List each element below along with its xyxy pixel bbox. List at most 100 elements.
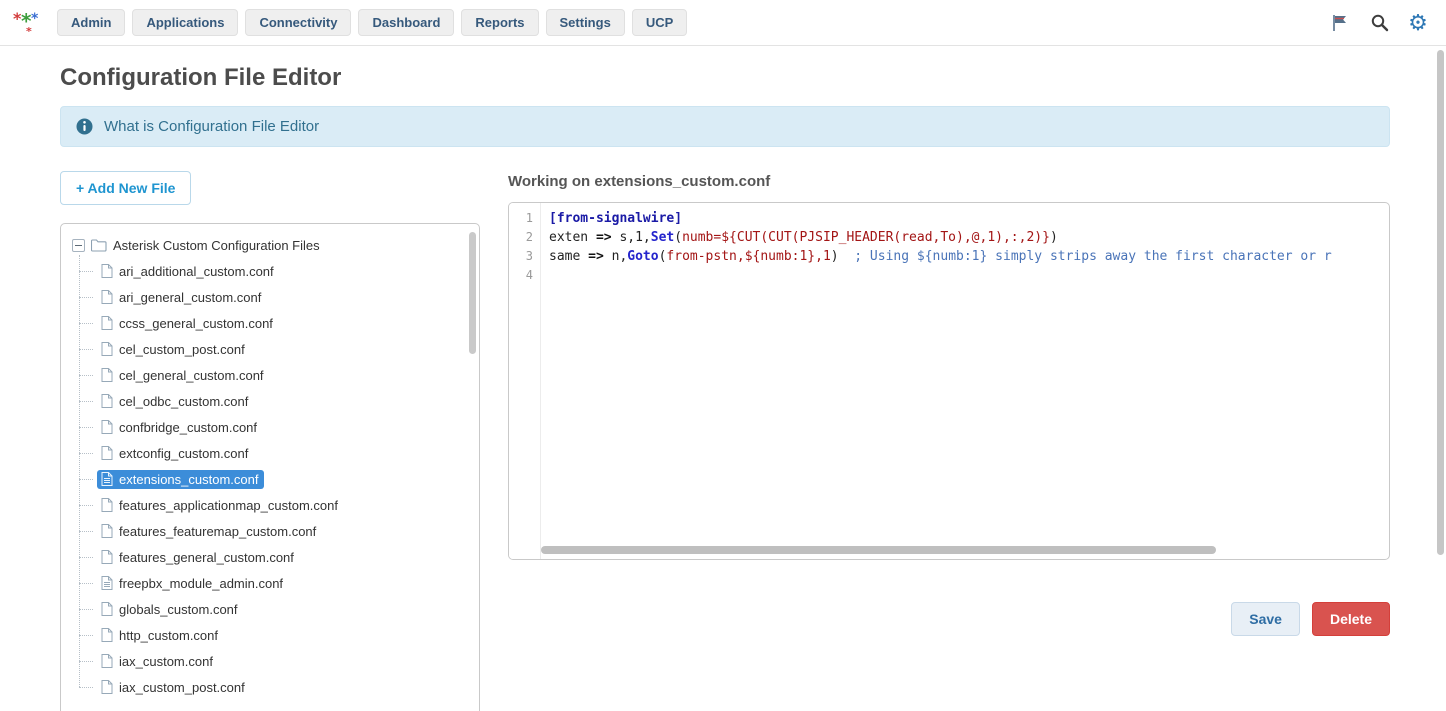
tree-scrollbar[interactable] [469,232,476,354]
tree-file-extconfig_custom.conf[interactable]: extconfig_custom.conf [79,440,469,466]
file-icon [101,420,113,434]
delete-button[interactable]: Delete [1312,602,1390,636]
file-icon [101,550,113,564]
tree-file-features_featuremap_custom.conf[interactable]: features_featuremap_custom.conf [79,518,469,544]
file-name: ccss_general_custom.conf [119,316,273,331]
file-name: features_applicationmap_custom.conf [119,498,338,513]
save-button[interactable]: Save [1231,602,1300,636]
code-line[interactable]: same => n,Goto(from-pstn,${numb:1},1) ; … [549,247,1383,266]
code-line[interactable]: [from-signalwire] [549,209,1383,228]
file-icon [101,394,113,408]
file-name: http_custom.conf [119,628,218,643]
tree-file-ari_general_custom.conf[interactable]: ari_general_custom.conf [79,284,469,310]
page-scrollbar-thumb[interactable] [1437,50,1444,555]
nav-item-settings[interactable]: Settings [546,9,625,36]
file-name: freepbx_module_admin.conf [119,576,283,591]
collapse-toggle-icon[interactable] [72,239,85,252]
tree-file-features_general_custom.conf[interactable]: features_general_custom.conf [79,544,469,570]
file-icon [101,368,113,382]
tree-file-confbridge_custom.conf[interactable]: confbridge_custom.conf [79,414,469,440]
file-icon [101,342,113,356]
file-tree: Asterisk Custom Configuration Files ari_… [60,223,480,711]
tree-file-http_custom.conf[interactable]: http_custom.conf [79,622,469,648]
info-banner-text: What is Configuration File Editor [104,118,319,135]
file-icon [101,264,113,278]
add-new-file-button[interactable]: + Add New File [60,171,191,205]
tree-file-extensions_custom.conf[interactable]: extensions_custom.conf [79,466,469,492]
page-title: Configuration File Editor [60,64,1390,92]
file-name: ari_additional_custom.conf [119,264,274,279]
code-line[interactable]: exten => s,1,Set(numb=${CUT(CUT(PJSIP_HE… [549,228,1383,247]
file-icon [101,680,113,694]
editor-actions: Save Delete [508,602,1390,636]
file-icon [101,498,113,512]
file-name: cel_general_custom.conf [119,368,264,383]
editor-horizontal-scrollbar[interactable] [541,546,1216,554]
gear-icon[interactable]: ⚙ [1402,8,1434,38]
file-text-icon [101,576,113,590]
gear-glyph: ⚙ [1408,12,1428,34]
language-icon[interactable] [1324,8,1356,38]
file-icon [101,446,113,460]
tree-file-cel_odbc_custom.conf[interactable]: cel_odbc_custom.conf [79,388,469,414]
file-name: extensions_custom.conf [119,472,258,487]
line-number: 3 [509,247,533,266]
working-on-heading: Working on extensions_custom.conf [508,173,1390,190]
line-number-gutter: 1234 [509,203,541,559]
nav-item-connectivity[interactable]: Connectivity [245,9,351,36]
nav-item-ucp[interactable]: UCP [632,9,687,36]
info-icon [76,118,93,135]
file-name: features_featuremap_custom.conf [119,524,316,539]
file-icon [101,290,113,304]
tree-file-cel_custom_post.conf[interactable]: cel_custom_post.conf [79,336,469,362]
nav-item-reports[interactable]: Reports [461,9,538,36]
tree-root-node[interactable]: Asterisk Custom Configuration Files [71,234,469,258]
folder-icon [91,239,107,252]
code-content[interactable]: [from-signalwire]exten => s,1,Set(numb=$… [541,203,1389,559]
file-name: globals_custom.conf [119,602,238,617]
line-number: 2 [509,228,533,247]
file-name: ari_general_custom.conf [119,290,261,305]
nav-menu: Admin Applications Connectivity Dashboard Re… [57,9,687,36]
file-icon [101,628,113,642]
tree-file-ccss_general_custom.conf[interactable]: ccss_general_custom.conf [79,310,469,336]
code-editor[interactable]: 1234 [from-signalwire]exten => s,1,Set(n… [508,202,1390,560]
file-name: iax_custom.conf [119,654,213,669]
svg-text:*: * [26,25,32,38]
tree-file-freepbx_module_admin.conf[interactable]: freepbx_module_admin.conf [79,570,469,596]
file-name: cel_custom_post.conf [119,342,245,357]
file-icon [101,602,113,616]
nav-item-dashboard[interactable]: Dashboard [358,9,454,36]
nav-item-admin[interactable]: Admin [57,9,125,36]
file-icon [101,524,113,538]
file-name: iax_custom_post.conf [119,680,245,695]
file-icon [101,654,113,668]
freepbx-logo[interactable]: * * * * [12,8,42,38]
nav-item-applications[interactable]: Applications [132,9,238,36]
tree-file-cel_general_custom.conf[interactable]: cel_general_custom.conf [79,362,469,388]
top-navbar: * * * * Admin Applications Connectivity Das… [0,0,1446,46]
file-name: confbridge_custom.conf [119,420,257,435]
tree-file-features_applicationmap_custom.conf[interactable]: features_applicationmap_custom.conf [79,492,469,518]
tree-root-label: Asterisk Custom Configuration Files [113,238,320,253]
file-icon [101,316,113,330]
code-line[interactable] [549,266,1383,285]
editor-panel: Working on extensions_custom.conf 1234 [… [508,171,1390,711]
svg-text:*: * [31,11,39,27]
line-number: 1 [509,209,533,228]
line-number: 4 [509,266,533,285]
tree-file-globals_custom.conf[interactable]: globals_custom.conf [79,596,469,622]
search-icon[interactable] [1363,8,1395,38]
page-body: Configuration File Editor What is Config… [0,46,1446,711]
file-browser-panel: + Add New File Asterisk Custom Configura… [60,171,480,711]
file-tree-children: ari_additional_custom.conf ari_general_cu… [79,258,469,700]
tree-file-ari_additional_custom.conf[interactable]: ari_additional_custom.conf [79,258,469,284]
file-text-icon [101,472,113,486]
tree-file-iax_custom.conf[interactable]: iax_custom.conf [79,648,469,674]
tree-file-iax_custom_post.conf[interactable]: iax_custom_post.conf [79,674,469,700]
file-name: extconfig_custom.conf [119,446,248,461]
info-banner[interactable]: What is Configuration File Editor [60,106,1390,147]
page-scrollbar[interactable] [1436,47,1445,711]
file-name: features_general_custom.conf [119,550,294,565]
file-name: cel_odbc_custom.conf [119,394,248,409]
